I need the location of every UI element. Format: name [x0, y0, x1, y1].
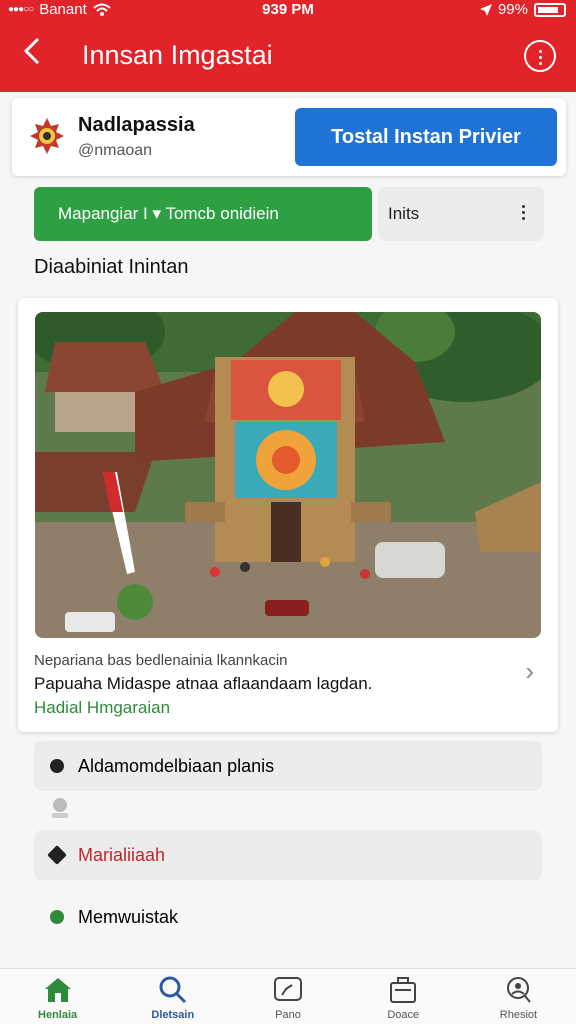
battery-percent: 99% — [497, 1, 528, 18]
tab-work[interactable]: Doace — [346, 969, 461, 1024]
feed-card[interactable]: Nepariana bas bedlenainia lkannkacin Pap… — [18, 298, 558, 732]
tab-search[interactable]: Dletsain — [115, 969, 230, 1024]
app-screen: ●●●○○ Banant 939 PM 99% Innsan Imgastai — [0, 0, 576, 1024]
profile-card: Nadlapassia @nmaoan Tostal Instan Privie… — [12, 98, 566, 176]
back-button[interactable] — [22, 36, 52, 72]
chat-icon — [274, 977, 302, 1001]
profile-handle: @nmaoan — [78, 142, 153, 159]
list-item-label: Aldamomdelbiaan planis — [78, 755, 275, 776]
list-item-label: Marialiiaah — [78, 844, 166, 865]
list-item-label: Memwuistak — [78, 906, 179, 927]
location-icon — [479, 3, 492, 16]
list-item[interactable]: Memwuistak — [34, 892, 542, 942]
feed-caption-link[interactable]: Hadial Hmgaraian — [34, 698, 170, 718]
chevron-right-icon[interactable]: › — [525, 656, 534, 687]
secondary-action-button[interactable]: Inits — [378, 187, 544, 241]
top-header: ●●●○○ Banant 939 PM 99% Innsan Imgastai — [0, 0, 576, 92]
tab-label: Rhesiot — [499, 1009, 538, 1021]
more-options-button[interactable] — [524, 40, 556, 72]
home-icon — [44, 978, 71, 1002]
list-item[interactable]: Marialiiaah — [34, 830, 542, 880]
tab-chat[interactable]: Pano — [230, 969, 345, 1024]
primary-action-button[interactable]: Mapangiar I ▾ Tomcb onidiein — [34, 187, 372, 241]
feed-caption-meta: Nepariana bas bedlenainia lkannkacin — [34, 652, 288, 669]
bullet-icon — [50, 759, 64, 773]
profile-search-icon — [507, 977, 532, 1003]
install-button[interactable]: Tostal Instan Privier — [295, 108, 557, 166]
briefcase-icon — [390, 977, 417, 1003]
tab-label: Henlaia — [38, 1009, 78, 1021]
chevron-left-icon — [23, 37, 40, 65]
profile-name: Nadlapassia — [78, 114, 195, 136]
search-icon — [159, 976, 186, 1004]
tab-label: Doace — [387, 1009, 420, 1021]
feed-caption-text: Papuaha Midaspe atnaa aflaandaam lagdan. — [34, 674, 373, 693]
diamond-icon — [47, 845, 67, 865]
tab-label: Pano — [275, 1009, 301, 1021]
tab-profile[interactable]: Rhesiot — [461, 969, 576, 1024]
status-right: 99% — [479, 1, 566, 18]
bottom-tab-bar: Henlaia Dletsain Pano Doace Rhesiot — [0, 968, 576, 1024]
battery-icon — [534, 2, 566, 17]
list-item[interactable]: Aldamomdelbiaan planis — [34, 741, 542, 791]
leaf-icon — [50, 910, 64, 924]
section-title: Diaabiniat Inintan — [34, 256, 189, 278]
primary-action-label: Mapangiar I ▾ Tomcb onidiein — [58, 204, 279, 223]
page-title: Innsan Imgastai — [82, 40, 273, 70]
person-icon — [52, 798, 68, 818]
tab-label: Dletsain — [151, 1009, 195, 1021]
village-photo[interactable] — [35, 312, 541, 638]
emblem-avatar-icon — [30, 118, 64, 154]
status-bar: ●●●○○ Banant 939 PM 99% — [0, 0, 576, 20]
secondary-action-label: Inits — [388, 204, 420, 223]
kebab-icon[interactable] — [522, 205, 526, 221]
tab-home[interactable]: Henlaia — [0, 969, 115, 1024]
nav-bar: Innsan Imgastai — [0, 30, 576, 80]
